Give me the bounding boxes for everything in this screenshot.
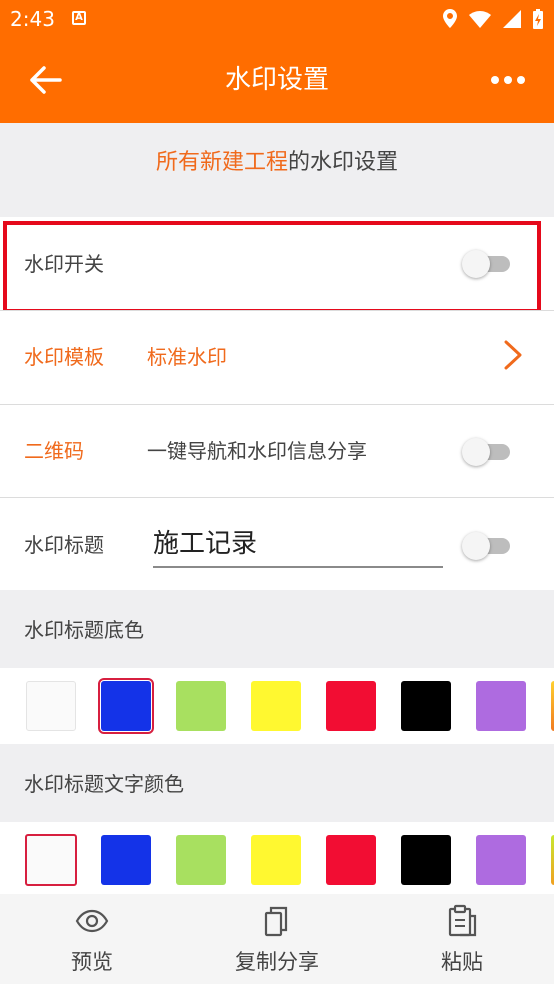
watermark-switch-toggle[interactable]	[462, 246, 514, 280]
subtitle-rest: 的水印设置	[288, 150, 399, 175]
watermark-title-input[interactable]: 施工记录	[153, 524, 443, 568]
location-icon	[443, 9, 457, 28]
paste-label: 粘贴	[441, 950, 483, 974]
watermark-template-row[interactable]: 水印模板 标准水印	[0, 311, 554, 404]
watermark-switch-label: 水印开关	[24, 252, 104, 276]
signal-icon	[503, 10, 521, 28]
toggle-thumb	[462, 250, 490, 278]
color-swatch-blue[interactable]	[101, 835, 151, 885]
title-bg-color-label: 水印标题底色	[24, 618, 144, 642]
app-bar: 水印设置	[0, 38, 554, 123]
color-swatch-black[interactable]	[401, 681, 451, 731]
bottom-action-bar: 预览 复制分享 粘贴	[0, 894, 554, 984]
title-bg-color-swatches	[0, 668, 554, 744]
toggle-thumb	[462, 438, 490, 466]
eye-icon	[75, 909, 109, 933]
color-swatch-yellow[interactable]	[251, 835, 301, 885]
chevron-right-icon[interactable]	[502, 340, 524, 370]
preview-label: 预览	[71, 950, 113, 974]
page-title: 水印设置	[224, 65, 329, 95]
qrcode-row: 二维码 一键导航和水印信息分享	[0, 405, 554, 497]
paste-icon	[448, 904, 477, 937]
qrcode-label[interactable]: 二维码	[24, 437, 84, 465]
color-swatch-purple[interactable]	[476, 681, 526, 731]
color-swatch-green[interactable]	[176, 681, 226, 731]
copy-icon	[264, 906, 288, 937]
status-time: 2:43	[10, 7, 55, 31]
watermark-template-label: 水印模板	[24, 345, 104, 369]
more-options-icon[interactable]	[490, 75, 526, 85]
status-bar: 2:43 A	[0, 0, 554, 38]
color-swatch-yellow[interactable]	[251, 681, 301, 731]
status-icons	[442, 8, 544, 30]
copy-share-button[interactable]: 复制分享	[207, 894, 347, 984]
preview-button[interactable]: 预览	[22, 894, 162, 984]
color-swatch-red[interactable]	[326, 835, 376, 885]
title-text-color-swatches	[0, 822, 554, 894]
subtitle-highlight: 所有新建工程	[155, 150, 288, 175]
settings-scope-subtitle: 所有新建工程的水印设置	[0, 147, 554, 179]
paste-button[interactable]: 粘贴	[392, 894, 532, 984]
toggle-thumb	[462, 532, 490, 560]
watermark-title-label: 水印标题	[24, 533, 104, 557]
color-swatch-black[interactable]	[401, 835, 451, 885]
color-swatch-purple[interactable]	[476, 835, 526, 885]
color-swatch-white[interactable]	[25, 834, 77, 886]
copy-share-label: 复制分享	[235, 950, 319, 974]
watermark-title-toggle[interactable]	[462, 528, 514, 562]
qrcode-toggle[interactable]	[462, 434, 514, 468]
title-text-color-label: 水印标题文字颜色	[24, 772, 184, 796]
watermark-switch-row: 水印开关	[0, 217, 554, 310]
a-notification-icon: A	[72, 11, 86, 25]
color-swatch-green[interactable]	[176, 835, 226, 885]
color-swatch-white[interactable]	[26, 681, 76, 731]
qrcode-description: 一键导航和水印信息分享	[147, 439, 367, 463]
watermark-template-value: 标准水印	[147, 345, 227, 369]
battery-icon	[533, 9, 543, 29]
color-swatch-red[interactable]	[326, 681, 376, 731]
wifi-icon	[469, 11, 491, 28]
color-swatch-blue[interactable]	[98, 678, 154, 734]
